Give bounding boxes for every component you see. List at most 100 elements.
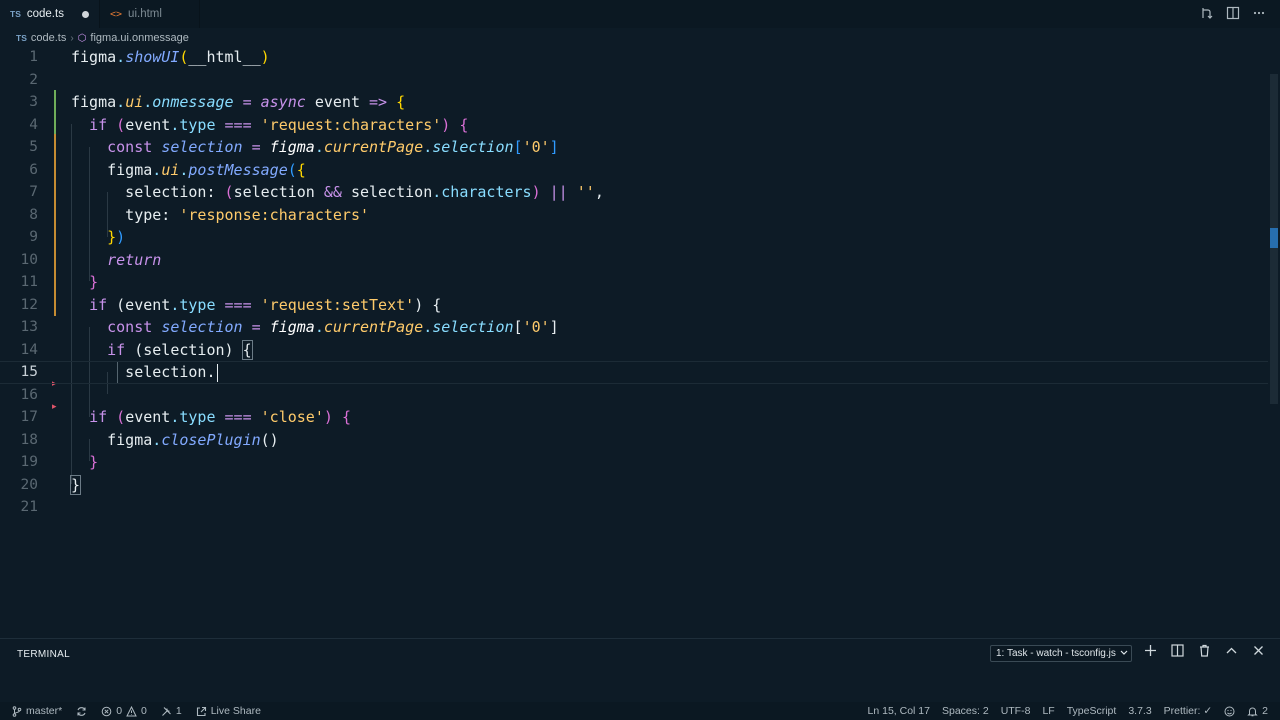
code-text: } <box>89 273 99 292</box>
notification-count: 2 <box>1262 705 1268 717</box>
split-editor-icon[interactable] <box>1226 6 1240 22</box>
split-terminal-icon[interactable] <box>1171 644 1184 662</box>
editor-scrollbar[interactable] <box>1268 28 1280 638</box>
breadcrumb-symbol[interactable]: figma.ui.onmessage <box>90 32 188 44</box>
symbol-method-icon: ⬡ <box>77 32 87 44</box>
ports-count: 1 <box>175 705 182 717</box>
line-number: 18 <box>20 431 38 448</box>
line-number: 11 <box>20 274 38 291</box>
code-text: type: 'response:characters' <box>71 205 370 224</box>
line-number: 1 <box>29 49 38 66</box>
breadcrumb: TS code.ts › ⬡ figma.ui.onmessage <box>16 30 189 46</box>
code-text: const selection = figma.currentPage.sele… <box>107 138 559 157</box>
language-mode[interactable]: TypeScript <box>1067 705 1117 717</box>
code-line: 5 const selection = figma.currentPage.se… <box>0 136 1268 159</box>
line-number: 10 <box>20 251 38 268</box>
code-line: 16 <box>0 384 1268 407</box>
code-line: 2 <box>0 69 1268 92</box>
code-line: 1 figma.showUI(__html__) <box>0 46 1268 69</box>
line-number: 7 <box>29 184 38 201</box>
line-number: 15 <box>20 364 38 381</box>
error-count: 0 <box>116 705 123 717</box>
code-line: 19 } <box>0 451 1268 474</box>
chevron-up-icon[interactable] <box>1225 644 1238 662</box>
line-number: 13 <box>20 319 38 336</box>
html-file-icon: <> <box>110 8 123 20</box>
line-number: 14 <box>20 341 38 358</box>
sync-icon[interactable] <box>76 706 87 717</box>
code-text: return <box>107 250 162 269</box>
panel-title[interactable]: TERMINAL <box>17 649 70 660</box>
notifications[interactable]: 2 <box>1247 705 1268 717</box>
code-line: 21 <box>0 496 1268 519</box>
new-terminal-icon[interactable] <box>1144 644 1157 662</box>
warning-count: 0 <box>141 705 147 717</box>
line-number: 4 <box>29 116 38 133</box>
code-line-current: 15 selection. <box>0 361 1268 384</box>
status-right: Ln 15, Col 17 Spaces: 2 UTF-8 LF TypeScr… <box>868 702 1268 720</box>
terminal-panel: TERMINAL 1: Task - watch - tsconfig.js <box>0 638 1280 702</box>
status-left: master* 0 0 1 Live Share <box>12 702 261 720</box>
indentation[interactable]: Spaces: 2 <box>942 705 989 717</box>
code-line: 7 selection: (selection && selection.cha… <box>0 181 1268 204</box>
line-number: 19 <box>20 454 38 471</box>
live-share-button[interactable]: Live Share <box>196 705 261 717</box>
encoding[interactable]: UTF-8 <box>1001 705 1031 717</box>
code-text: } <box>89 453 99 472</box>
line-number: 2 <box>29 71 38 88</box>
code-text: figma.closePlugin() <box>71 430 279 449</box>
code-text: figma.ui.onmessage = async event => { <box>71 93 406 112</box>
cursor-position[interactable]: Ln 15, Col 17 <box>868 705 930 717</box>
terminal-select-value: 1: Task - watch - tsconfig.js <box>996 648 1116 659</box>
open-changes-icon[interactable] <box>1200 6 1214 22</box>
code-line: 12 if (event.type === 'request:setText')… <box>0 294 1268 317</box>
typescript-file-icon: TS <box>16 33 27 43</box>
code-text: if (event.type === 'request:characters')… <box>89 115 469 134</box>
code-text: } <box>69 474 82 495</box>
editor-actions <box>1200 0 1266 28</box>
problems-status[interactable]: 0 0 <box>101 705 147 717</box>
code-text: }) <box>107 228 126 247</box>
chevron-down-icon <box>1120 648 1128 659</box>
breadcrumb-file[interactable]: code.ts <box>31 32 66 44</box>
chevron-right-icon: › <box>70 32 74 44</box>
code-text: const selection = figma.currentPage.sele… <box>107 318 559 337</box>
prettier-status[interactable]: Prettier: ✓ <box>1164 705 1212 717</box>
terminal-select[interactable]: 1: Task - watch - tsconfig.js <box>990 645 1132 662</box>
end-of-line[interactable]: LF <box>1042 705 1054 717</box>
tab-ui-html[interactable]: <> ui.html <box>100 0 200 28</box>
code-text: figma.ui.postMessage({ <box>71 160 306 179</box>
code-line: 8 type: 'response:characters' <box>0 204 1268 227</box>
code-line: 6 figma.ui.postMessage({ <box>0 159 1268 182</box>
line-number: 5 <box>29 139 38 156</box>
code-line: 18 figma.closePlugin() <box>0 429 1268 452</box>
cursor-marker <box>1270 228 1278 248</box>
line-number: 21 <box>20 499 38 516</box>
close-icon[interactable] <box>1252 644 1265 662</box>
code-line: 20 } <box>0 474 1268 497</box>
line-number: 16 <box>20 386 38 403</box>
tab-label: code.ts <box>26 8 64 20</box>
line-number: 20 <box>20 476 38 493</box>
feedback-icon[interactable] <box>1224 706 1235 717</box>
tab-code-ts[interactable]: TS code.ts <box>0 0 100 28</box>
code-text: if (selection) { <box>107 339 253 360</box>
branch-status[interactable]: master* <box>12 705 62 717</box>
warning-icon <box>126 705 137 716</box>
line-number: 9 <box>29 229 38 246</box>
code-line: 11 } <box>0 271 1268 294</box>
text-cursor <box>216 363 218 382</box>
code-editor[interactable]: ▸ ▸ 1 figma.showUI(__html__) 2 3 figma.u… <box>0 46 1280 638</box>
code-text: selection: (selection && selection.chara… <box>71 183 604 202</box>
status-bar: master* 0 0 1 Live Share Ln 15, Col 17 S… <box>0 702 1280 720</box>
code-line: 17 if (event.type === 'close') { <box>0 406 1268 429</box>
line-number: 12 <box>20 296 38 313</box>
code-line: 9 }) <box>0 226 1268 249</box>
ports-status[interactable]: 1 <box>161 705 182 717</box>
line-number: 6 <box>29 161 38 178</box>
unsaved-dot-icon[interactable] <box>82 10 89 18</box>
more-actions-icon[interactable] <box>1252 6 1266 22</box>
typescript-version[interactable]: 3.7.3 <box>1128 705 1151 717</box>
code-line: 14 if (selection) { <box>0 339 1268 362</box>
trash-icon[interactable] <box>1198 644 1211 662</box>
